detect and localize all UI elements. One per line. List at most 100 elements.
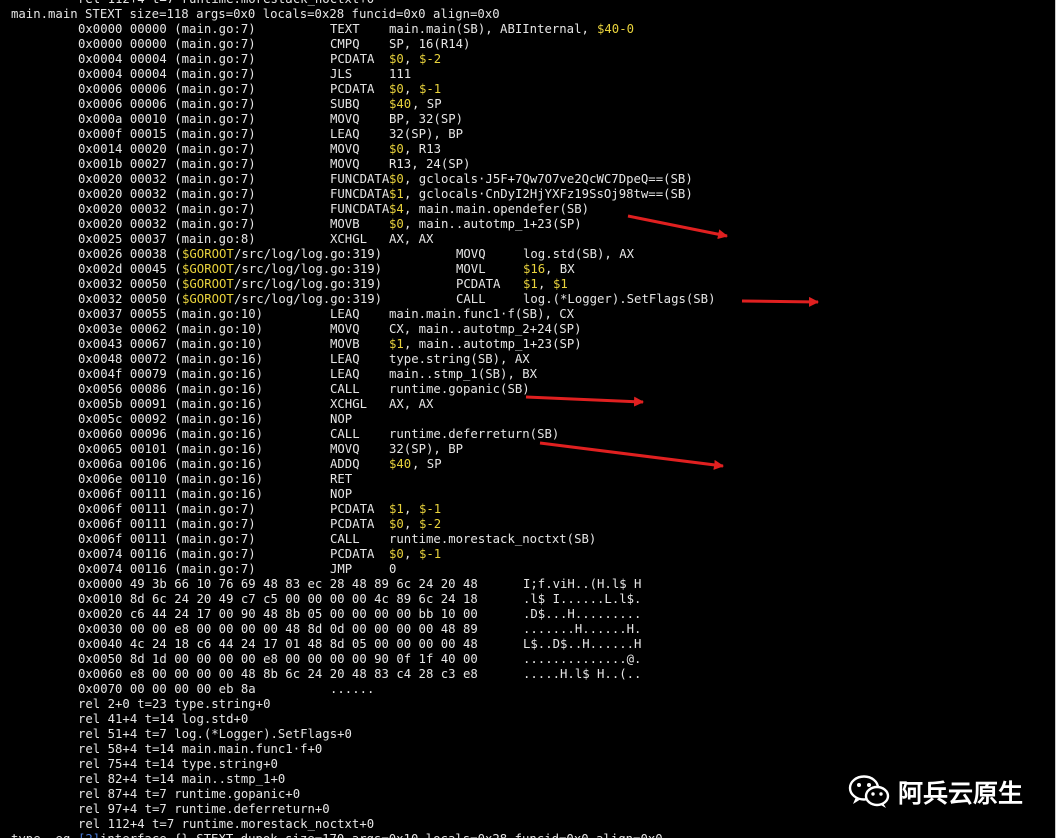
terminal-line: 0x006a 00106 (main.go:16) ADDQ $40, SP [11, 457, 1055, 472]
source-location: $GOROOT [182, 262, 234, 276]
instruction-mnemonic: ADDQ [330, 457, 360, 471]
terminal-line: 0x0065 00101 (main.go:16) MOVQ 32(SP), BP [11, 442, 1055, 457]
source-location: 0x0032 00050 ( [78, 292, 182, 306]
instruction-operand: log.(*Logger).SetFlags(SB) [523, 292, 716, 306]
instruction-operand: R13, 24(SP) [389, 157, 471, 171]
instruction-operand: $-2 [419, 517, 442, 531]
line-text: interface {} STEXT dupok size=170 args=0… [100, 832, 663, 838]
instruction-operand: runtime.deferreturn(SB) [389, 427, 560, 441]
wechat-icon [848, 775, 890, 808]
terminal-line: 0x0074 00116 (main.go:7) PCDATA $0, $-1 [11, 547, 1055, 562]
instruction-mnemonic: CALL [330, 532, 360, 546]
terminal-line: 0x0030 00 00 e8 00 00 00 00 48 8d 0d 00 … [11, 622, 1055, 637]
source-location: /src/log/log.go:319) [234, 292, 383, 306]
hex-bytes: 0x0060 e8 00 00 00 00 48 8b 6c 24 20 48 … [78, 667, 478, 681]
terminal-line: 0x0043 00067 (main.go:10) MOVB $1, main..a… [11, 337, 1055, 352]
instruction-mnemonic: JMP [330, 562, 353, 576]
source-location: 0x006f 00111 (main.go:7) [78, 517, 256, 531]
instruction-operand: , BX [545, 262, 575, 276]
source-location: /src/log/log.go:319) [234, 247, 383, 261]
instruction-operand: , [404, 547, 419, 561]
source-location: 0x0037 00055 (main.go:10) [78, 307, 264, 321]
terminal-line: 0x0014 00020 (main.go:7) MOVQ $0, R13 [11, 142, 1055, 157]
hex-ascii: .D$...H......... [523, 607, 642, 621]
instruction-operand: runtime.gopanic(SB) [389, 382, 530, 396]
source-location: 0x006e 00110 (main.go:16) [78, 472, 264, 486]
terminal-line: 0x004f 00079 (main.go:16) LEAQ main..stmp_… [11, 367, 1055, 382]
instruction-mnemonic: FUNCDATA [330, 202, 390, 216]
terminal-line: rel 58+4 t=14 main.main.func1·f+0 [11, 742, 1055, 757]
instruction-operand: , [404, 82, 419, 96]
terminal-line: 0x0032 00050 ($GOROOT/src/log/log.go:319… [11, 292, 1055, 307]
terminal-line: 0x0006 00006 (main.go:7) SUBQ $40, SP [11, 97, 1055, 112]
instruction-operand: AX, AX [389, 397, 434, 411]
terminal-window[interactable]: rel 112+4 t=7 runtime.morestack_noctxt+0… [0, 0, 1056, 838]
terminal-line: 0x0032 00050 ($GOROOT/src/log/log.go:319… [11, 277, 1055, 292]
source-location: 0x006f 00111 (main.go:7) [78, 532, 256, 546]
instruction-operand: , R13 [404, 142, 442, 156]
hex-ascii: .l$ I......L.l$. [523, 592, 642, 606]
terminal-line: rel 75+4 t=14 type.string+0 [11, 757, 1055, 772]
instruction-operand: , [404, 502, 419, 516]
terminal-line: 0x0060 e8 00 00 00 00 48 8b 6c 24 20 48 … [11, 667, 1055, 682]
instruction-mnemonic: XCHGL [330, 232, 368, 246]
terminal-line: rel 112+4 t=7 runtime.morestack_noctxt+0 [11, 0, 1055, 7]
instruction-operand: $1 [553, 277, 568, 291]
instruction-operand: , gclocals·CnDyI2HjYXFz19SsOj98tw==(SB) [404, 187, 693, 201]
hex-bytes: 0x0020 c6 44 24 17 00 90 48 8b 05 00 00 … [78, 607, 478, 621]
terminal-line: 0x001b 00027 (main.go:7) MOVQ R13, 24(SP) [11, 157, 1055, 172]
instruction-operand: $1 [523, 277, 538, 291]
instruction-mnemonic: LEAQ [330, 127, 360, 141]
instruction-mnemonic: SUBQ [330, 97, 360, 111]
source-location: 0x0070 00 00 00 00 eb 8a [78, 682, 256, 696]
instruction-mnemonic: MOVQ [330, 157, 360, 171]
instruction-mnemonic: RET [330, 472, 353, 486]
source-location: 0x001b 00027 (main.go:7) [78, 157, 256, 171]
terminal-line: 0x0060 00096 (main.go:16) CALL runtime.def… [11, 427, 1055, 442]
instruction-operand: 0 [389, 562, 397, 576]
instruction-mnemonic: PCDATA [330, 502, 375, 516]
instruction-mnemonic: PCDATA [330, 82, 375, 96]
instruction-operand: main..stmp_1(SB), BX [389, 367, 538, 381]
instruction-operand: , SP [412, 97, 442, 111]
terminal-line: 0x0000 00000 (main.go:7) CMPQ SP, 16(R14) [11, 37, 1055, 52]
instruction-mnemonic: MOVB [330, 337, 360, 351]
line-text: rel 75+4 t=14 type.string+0 [78, 757, 278, 771]
source-location: 0x0048 00072 (main.go:16) [78, 352, 264, 366]
instruction-operand: $0 [389, 142, 404, 156]
terminal-line: 0x0048 00072 (main.go:16) LEAQ type.string… [11, 352, 1055, 367]
instruction-operand: $-1 [419, 82, 442, 96]
instruction-mnemonic: CALL [456, 292, 486, 306]
instruction-operand: log.std(SB), AX [523, 247, 635, 261]
source-location: 0x000f 00015 (main.go:7) [78, 127, 256, 141]
instruction-mnemonic: NOP [330, 412, 353, 426]
instruction-operand: type.string(SB), AX [389, 352, 530, 366]
terminal-line: type..eq.[2]interface {} STEXT dupok siz… [11, 832, 1055, 838]
instruction-operand: $1 [389, 502, 404, 516]
instruction-mnemonic: ...... [330, 682, 375, 696]
source-location: 0x0026 00038 ( [78, 247, 182, 261]
hex-bytes: 0x0010 8d 6c 24 20 49 c7 c5 00 00 00 00 … [78, 592, 478, 606]
terminal-line: 0x0010 8d 6c 24 20 49 c7 c5 00 00 00 00 … [11, 592, 1055, 607]
terminal-line: rel 2+0 t=23 type.string+0 [11, 697, 1055, 712]
instruction-operand: 32(SP), BP [389, 127, 464, 141]
watermark: 阿兵云原生 [848, 772, 1023, 812]
terminal-line: 0x006f 00111 (main.go:7) PCDATA $0, $-2 [11, 517, 1055, 532]
instruction-operand: $0 [389, 217, 404, 231]
terminal-line: 0x002d 00045 ($GOROOT/src/log/log.go:319… [11, 262, 1055, 277]
instruction-operand: $16 [523, 262, 546, 276]
source-location: 0x006f 00111 (main.go:16) [78, 487, 264, 501]
source-location: $GOROOT [182, 247, 234, 261]
source-location: 0x0020 00032 (main.go:7) [78, 172, 256, 186]
terminal-line: 0x0050 8d 1d 00 00 00 00 e8 00 00 00 00 … [11, 652, 1055, 667]
source-location: 0x0020 00032 (main.go:7) [78, 187, 256, 201]
instruction-mnemonic: CALL [330, 427, 360, 441]
terminal-line: 0x0000 49 3b 66 10 76 69 48 83 ec 28 48 … [11, 577, 1055, 592]
instruction-mnemonic: MOVQ [456, 247, 486, 261]
instruction-operand: $-1 [419, 502, 442, 516]
line-text: rel 87+4 t=7 runtime.gopanic+0 [78, 787, 301, 801]
source-location: 0x000a 00010 (main.go:7) [78, 112, 256, 126]
source-location: $GOROOT [182, 277, 234, 291]
terminal-line: 0x000f 00015 (main.go:7) LEAQ 32(SP), BP [11, 127, 1055, 142]
source-location: 0x0006 00006 (main.go:7) [78, 82, 256, 96]
